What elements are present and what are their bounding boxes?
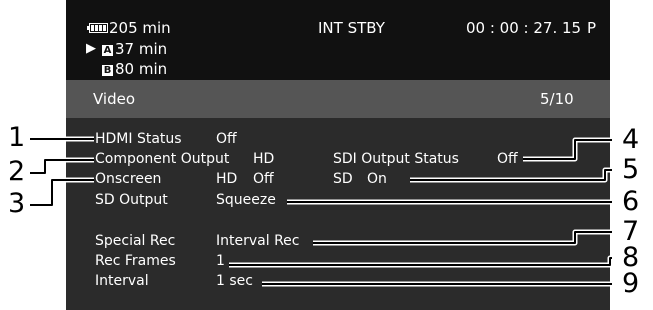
leader-line-3-halo <box>30 177 94 208</box>
callout-2: 2 <box>8 156 26 187</box>
leader-line-5-halo <box>410 167 612 183</box>
callout-5: 5 <box>622 154 640 185</box>
leader-line-2-halo <box>30 157 94 176</box>
callout-4: 4 <box>622 124 640 155</box>
callout-9: 9 <box>622 268 640 299</box>
leader-line-8-halo <box>229 255 613 268</box>
callout-1: 1 <box>8 122 26 153</box>
callout-3: 3 <box>8 188 26 219</box>
callout-leader-lines <box>30 136 613 287</box>
leader-line-3 <box>30 179 94 206</box>
leader-line-4-halo <box>523 137 612 162</box>
callout-6: 6 <box>622 186 640 217</box>
leader-line-7-halo <box>313 229 612 246</box>
leader-line-4 <box>523 139 612 160</box>
